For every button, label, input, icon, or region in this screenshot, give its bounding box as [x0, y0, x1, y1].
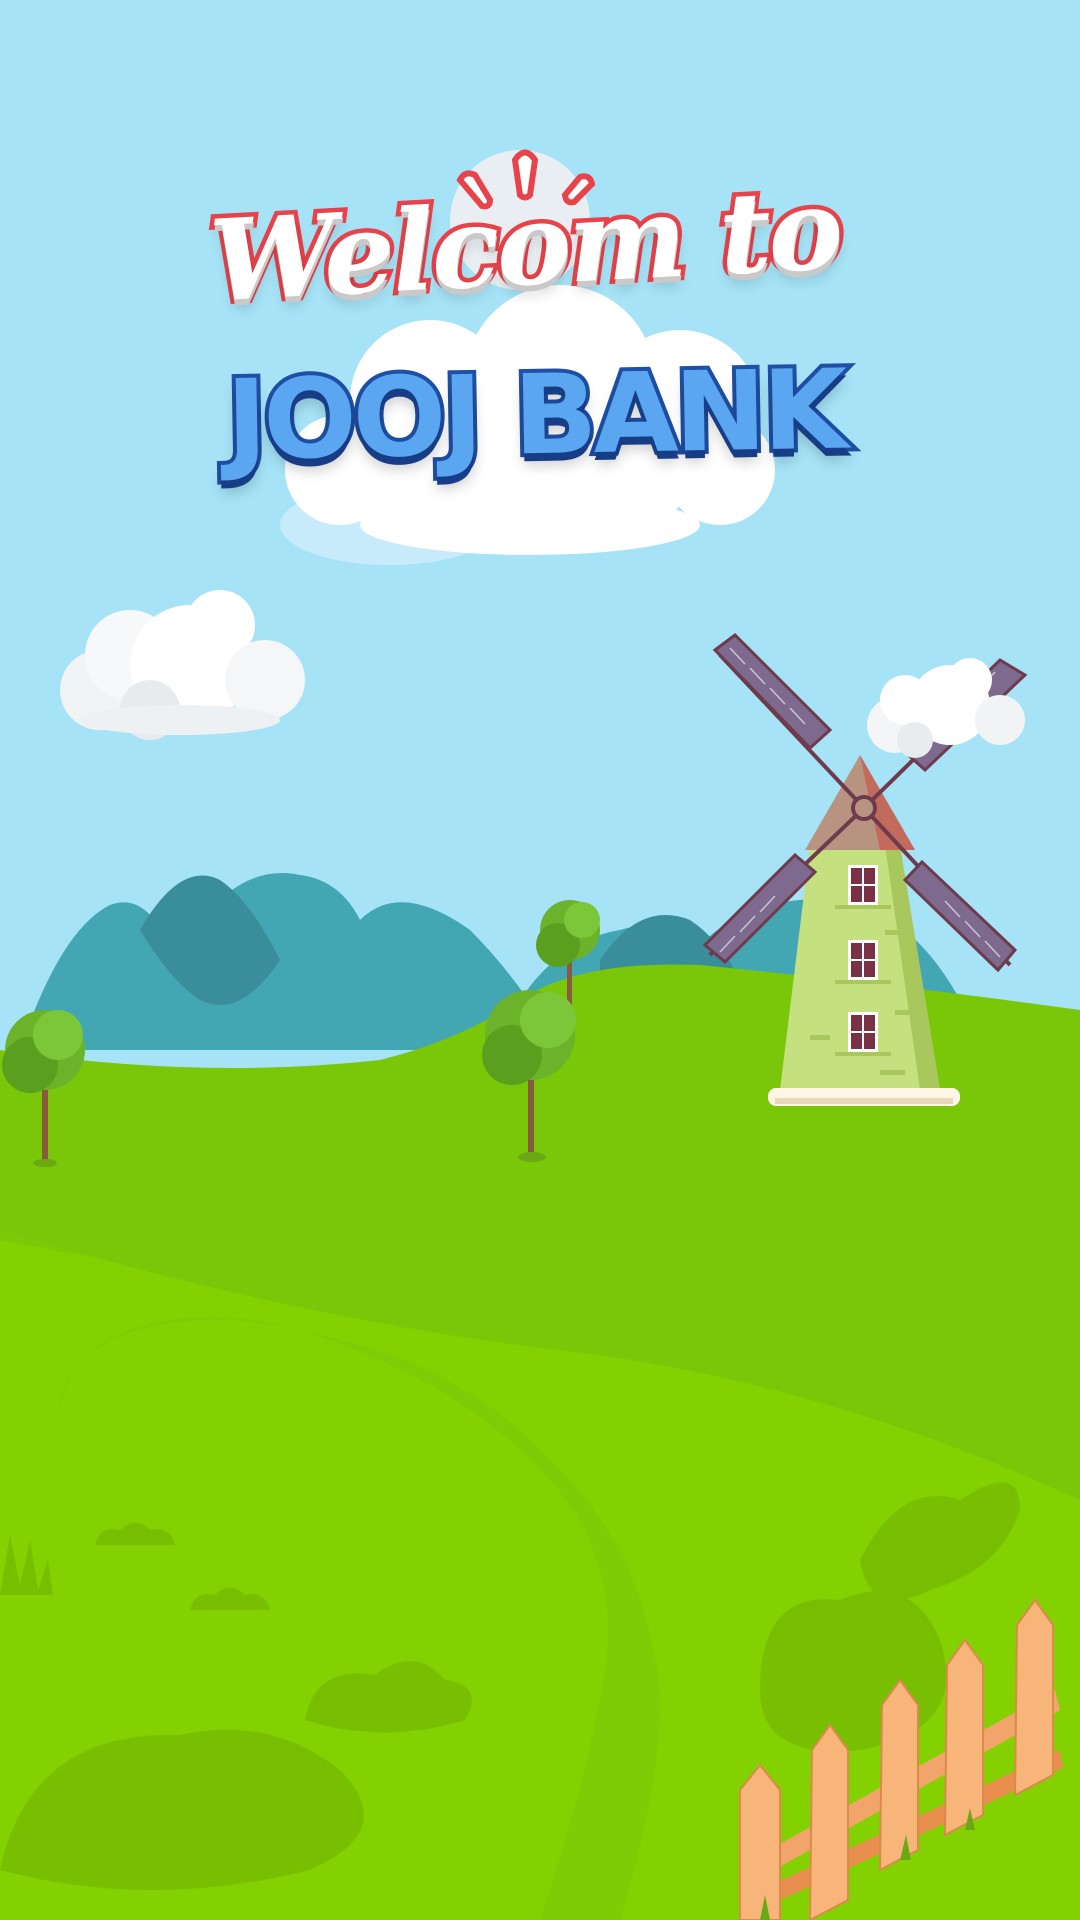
bank-name-title: JOOJ BANK — [221, 342, 849, 489]
welcome-title: Welcom to — [202, 159, 847, 332]
welcome-title-banner: Welcom to JOOJ BANK — [0, 0, 1080, 600]
